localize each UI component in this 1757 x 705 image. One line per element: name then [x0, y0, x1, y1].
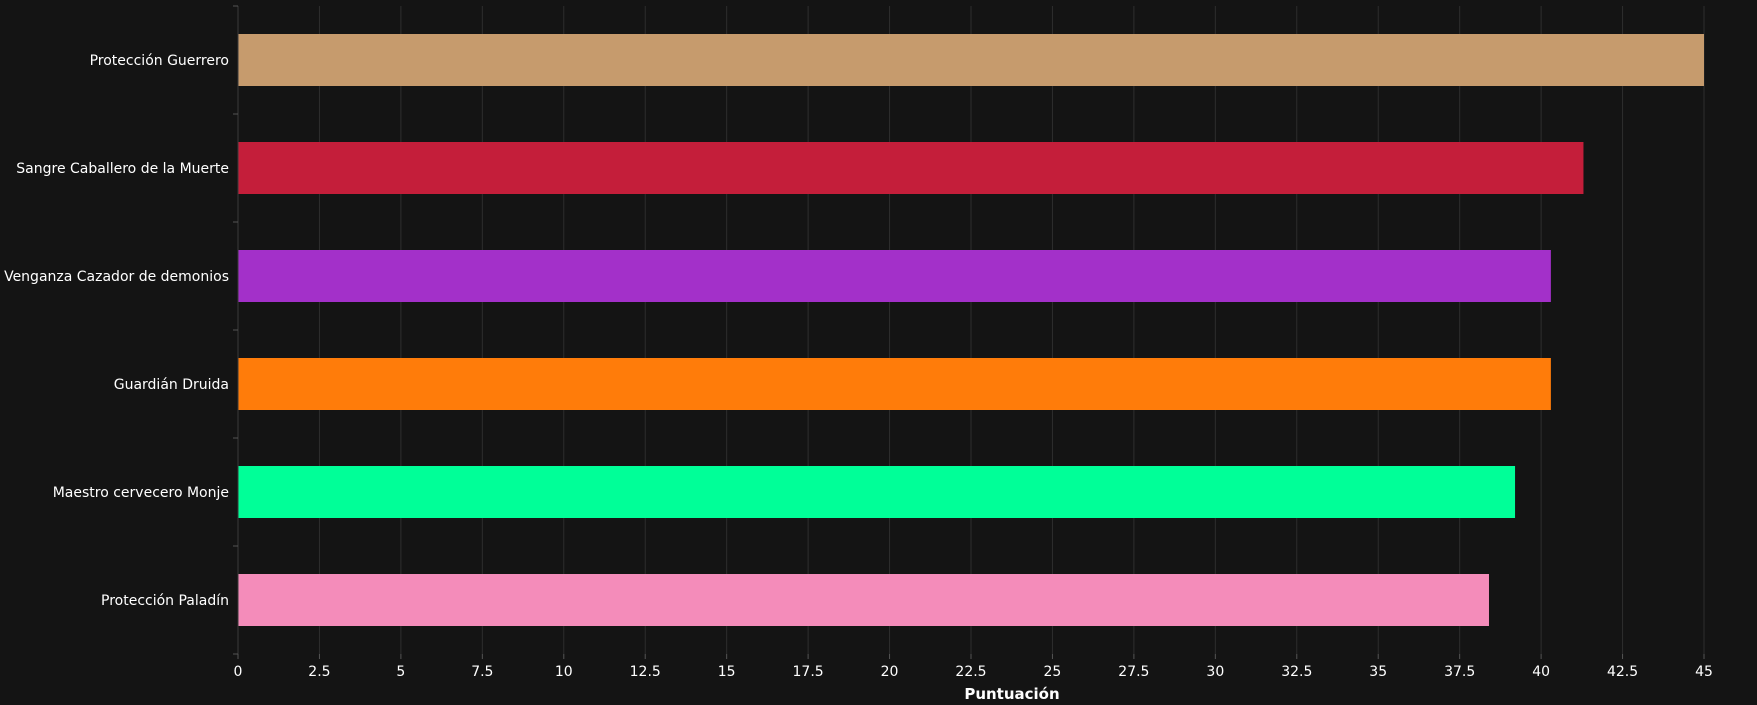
bar-chart: 0 2.5 5 7.5 10 12.5 15 17.5 20 22.5 25 27.5 30 32.5 35…	[4, 5, 1713, 703]
x-tick-label: 15	[718, 664, 736, 680]
bar[interactable]	[238, 466, 1516, 518]
grid-lines	[318, 6, 1705, 654]
category-label: Protección Guerrero	[90, 53, 229, 69]
x-tick-label: 20	[881, 664, 899, 680]
category-label: Sangre Caballero de la Muerte	[16, 161, 229, 177]
x-tick-label: 22.5	[955, 664, 986, 680]
bar[interactable]	[238, 34, 1704, 86]
x-tick-label: 42.5	[1607, 664, 1638, 680]
x-tick-label: 10	[555, 664, 573, 680]
x-tick-labels: 0 2.5 5 7.5 10 12.5 15 17.5 20 22.5 25 27.5 30 32.5 35…	[234, 664, 1713, 680]
category-label: Venganza Cazador de demonios	[4, 269, 229, 285]
x-tick-label: 17.5	[793, 664, 824, 680]
category-label: Maestro cervecero Monje	[53, 485, 229, 501]
category-labels: Protección Guerrero Sangre Caballero de l…	[4, 53, 229, 609]
x-tick-label: 40	[1532, 664, 1550, 680]
chart-container: 0 2.5 5 7.5 10 12.5 15 17.5 20 22.5 25 27.5 30 32.5 35…	[0, 0, 1757, 703]
bar[interactable]	[238, 358, 1551, 410]
x-tick-label: 0	[234, 664, 243, 680]
category-label: Protección Paladín	[101, 593, 229, 609]
x-tick-label: 35	[1369, 664, 1387, 680]
x-tick-label: 7.5	[471, 664, 493, 680]
x-tick-label: 45	[1695, 664, 1713, 680]
bar[interactable]	[238, 142, 1584, 194]
bar[interactable]	[238, 574, 1489, 626]
x-tick-label: 27.5	[1118, 664, 1149, 680]
x-axis-title: Puntuación	[964, 685, 1059, 701]
axes	[233, 5, 1705, 659]
x-tick-label: 25	[1044, 664, 1062, 680]
x-tick-label: 37.5	[1444, 664, 1475, 680]
category-label: Guardián Druida	[114, 377, 229, 393]
x-tick-label: 32.5	[1281, 664, 1312, 680]
x-tick-label: 30	[1206, 664, 1224, 680]
x-tick-label: 5	[396, 664, 405, 680]
bar[interactable]	[238, 250, 1551, 302]
x-tick-label: 2.5	[308, 664, 330, 680]
x-tick-label: 12.5	[630, 664, 661, 680]
